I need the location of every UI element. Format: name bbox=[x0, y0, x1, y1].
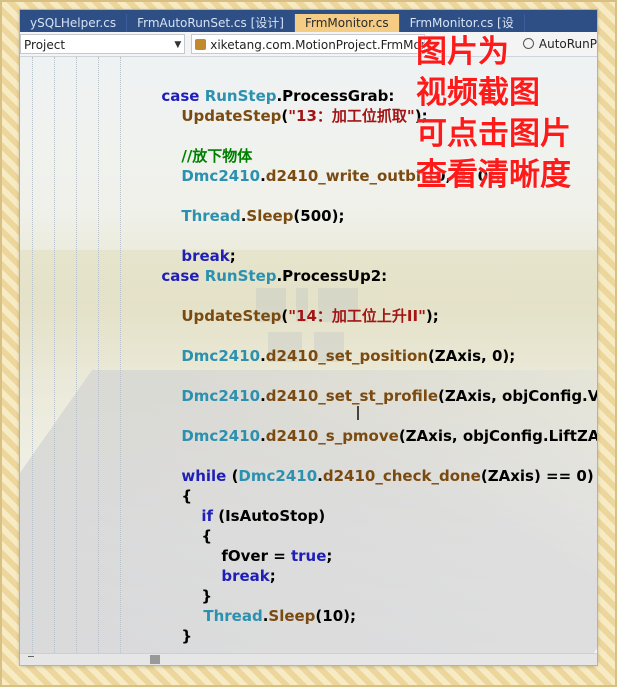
code-token: UpdateStep bbox=[181, 107, 282, 125]
scrollbar-thumb[interactable] bbox=[150, 655, 160, 664]
code-line-thread-sleep-10: Thread.Sleep(10); bbox=[172, 586, 356, 625]
code-token: Thread bbox=[203, 607, 263, 625]
code-line-updatestep-13: UpdateStep("13：加工位抓取"); bbox=[150, 86, 427, 125]
code-token: Dmc2410 bbox=[181, 387, 261, 405]
indent-guide bbox=[120, 57, 121, 653]
code-line-s-pmove: Dmc2410.d2410_s_pmove(ZAxis, objConfig.L… bbox=[150, 406, 597, 445]
code-token: (ZAxis, objConfig.Ve bbox=[438, 387, 597, 405]
code-token: true bbox=[290, 547, 327, 565]
code-token: d2410_check_done bbox=[322, 467, 481, 485]
ide-window: ySQLHelper.cs FrmAutoRunSet.cs [设计] FrmM… bbox=[20, 10, 597, 665]
code-line-case-processup2: case RunStep.ProcessUp2: bbox=[130, 246, 387, 285]
class-dropdown-label: xiketang.com.MotionProject.FrmMonitor bbox=[210, 38, 425, 52]
code-token: break bbox=[221, 567, 270, 585]
code-token: Dmc2410 bbox=[181, 427, 261, 445]
code-token: Dmc2410 bbox=[181, 167, 261, 185]
code-token: "13：加工位抓取" bbox=[288, 107, 415, 125]
code-token: (ZAxis, objConfig.LiftZAx bbox=[398, 427, 597, 445]
tab-frmmonitor[interactable]: FrmMonitor.cs bbox=[294, 14, 400, 32]
caption-line: 视频截图 bbox=[416, 75, 540, 111]
class-dropdown[interactable]: xiketang.com.MotionProject.FrmMonitor bbox=[191, 34, 425, 54]
code-line-fover-true: fOver = true; bbox=[190, 526, 332, 565]
code-token: Dmc2410 bbox=[238, 467, 318, 485]
indent-guide bbox=[98, 57, 99, 653]
video-screenshot-caption: 图片为 视频截图 可点击图片 查看清晰度 bbox=[416, 32, 596, 196]
caption-line: 查看清晰度 bbox=[416, 157, 571, 193]
code-line-open-brace: { bbox=[170, 506, 212, 545]
arrow-icon bbox=[28, 656, 34, 663]
code-token: ; bbox=[326, 547, 333, 565]
code-line-updatestep-14: UpdateStep("14：加工位上升II"); bbox=[150, 286, 438, 325]
indent-guide bbox=[76, 57, 77, 653]
code-token: RunStep bbox=[204, 267, 277, 285]
code-token: Sleep bbox=[268, 607, 316, 625]
code-token: Thread bbox=[181, 207, 241, 225]
code-line-thread-sleep-500: Thread.Sleep(500); bbox=[150, 186, 344, 225]
code-line-break: break; bbox=[150, 226, 235, 265]
document-tab-strip: ySQLHelper.cs FrmAutoRunSet.cs [设计] FrmM… bbox=[20, 10, 597, 32]
code-line-comment: //放下物体 bbox=[150, 126, 252, 165]
tab-frmautorunset[interactable]: FrmAutoRunSet.cs [设计] bbox=[127, 14, 295, 32]
project-dropdown-label: Project bbox=[24, 38, 66, 52]
indent-guide bbox=[54, 57, 55, 653]
code-line-open-brace: { bbox=[150, 466, 192, 505]
code-line-set-position: Dmc2410.d2410_set_position(ZAxis, 0); bbox=[150, 326, 515, 365]
indent-guide bbox=[32, 57, 33, 653]
class-icon bbox=[195, 39, 207, 50]
code-token: d2410_s_pmove bbox=[265, 427, 399, 445]
caption-line: 图片为 bbox=[416, 34, 509, 70]
code-token: Dmc2410 bbox=[181, 347, 261, 365]
code-token: (10); bbox=[315, 607, 357, 625]
tab-label: ySQLHelper.cs bbox=[30, 16, 117, 30]
code-token: UpdateStep bbox=[181, 307, 282, 325]
code-token: (ZAxis) == 0) bbox=[480, 467, 594, 485]
code-token: .ProcessUp2: bbox=[276, 267, 388, 285]
tab-label: FrmAutoRunSet.cs [设计] bbox=[137, 16, 284, 30]
code-line-case-processgrab: case RunStep.ProcessGrab: bbox=[130, 66, 394, 105]
code-token: } bbox=[181, 627, 193, 645]
code-token: Sleep bbox=[246, 207, 294, 225]
tab-label: FrmMonitor.cs [设 bbox=[409, 16, 514, 30]
code-token: (ZAxis, 0); bbox=[427, 347, 516, 365]
caption-line: 可点击图片 bbox=[416, 116, 571, 152]
tab-sqlhelper[interactable]: ySQLHelper.cs bbox=[20, 14, 128, 32]
code-token: case bbox=[161, 267, 205, 285]
tab-label: FrmMonitor.cs bbox=[304, 16, 389, 30]
code-token: "14：加工位上升II" bbox=[288, 307, 426, 325]
code-token: d2410_set_position bbox=[265, 347, 428, 365]
editor-bottom-strip bbox=[20, 653, 597, 665]
code-token: (IsAutoStop) bbox=[218, 507, 326, 525]
code-line-while-check-done: while (Dmc2410.d2410_check_done(ZAxis) =… bbox=[150, 446, 593, 485]
code-line-set-st-profile: Dmc2410.d2410_set_st_profile(ZAxis, objC… bbox=[150, 366, 597, 405]
code-token: d2410_write_outbit bbox=[265, 167, 429, 185]
code-token: ; bbox=[269, 567, 276, 585]
code-line-close-brace: } bbox=[150, 606, 192, 645]
code-token: (500); bbox=[293, 207, 345, 225]
text-cursor-icon bbox=[357, 406, 359, 420]
project-dropdown[interactable]: Project ▼ bbox=[20, 34, 186, 54]
tab-frmmonitor-design[interactable]: FrmMonitor.cs [设 bbox=[400, 14, 525, 32]
code-line-close-brace: } bbox=[170, 566, 212, 605]
code-token: d2410_set_st_profile bbox=[265, 387, 439, 405]
code-token: ); bbox=[425, 307, 439, 325]
code-line-break: break; bbox=[190, 546, 275, 585]
chevron-down-icon: ▼ bbox=[174, 40, 182, 50]
code-line-if-isautostop: if (IsAutoStop) bbox=[170, 486, 325, 525]
